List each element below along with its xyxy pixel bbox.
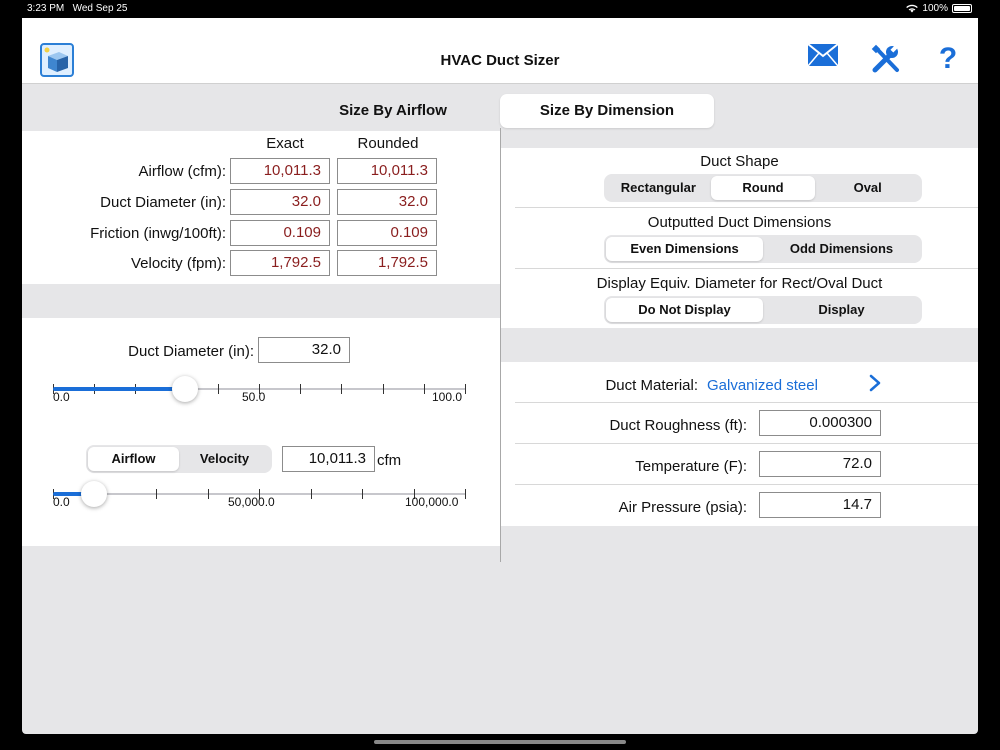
wifi-icon [906,4,919,13]
airflow-exact-value: 10,011.3 [230,158,330,184]
roughness-label: Duct Roughness (ft): [609,417,747,434]
equiv-diameter-segmented-control: Do Not Display Display [604,296,922,324]
properties-panel: Duct Material: Galvanized steel Duct Rou… [501,362,978,526]
help-button[interactable]: ? [930,43,966,75]
segment-velocity[interactable]: Velocity [179,447,270,471]
status-date: Wed Sep 25 [72,3,128,14]
divider [515,268,978,269]
segment-airflow[interactable]: Airflow [88,447,179,471]
velocity-rounded-value: 1,792.5 [337,250,437,276]
home-indicator[interactable] [374,740,626,744]
results-panel: Exact Rounded Airflow (cfm): 10,011.3 10… [22,131,500,284]
divider [515,402,978,403]
segment-round[interactable]: Round [710,176,816,200]
slider-tick [156,489,157,499]
air-pressure-label: Air Pressure (psia): [618,499,747,516]
velocity-exact-value: 1,792.5 [230,250,330,276]
status-clock: 3:23 PM [27,3,65,14]
slider-tick [383,384,384,394]
segment-rectangular[interactable]: Rectangular [606,176,711,200]
temperature-input[interactable]: 72.0 [759,451,881,477]
inputs-panel: Duct Diameter (in): 32.0 0.0 50.0 100.0 … [22,318,500,546]
slider-tick [311,489,312,499]
mode-segmented-control: Size By Airflow Size By Dimension [286,94,714,128]
options-panel: Duct Shape Rectangular Round Oval Output… [501,148,978,328]
navigation-bar: HVAC Duct Sizer ? [22,18,978,84]
material-label: Duct Material: [605,377,698,394]
flow-input-field[interactable]: 10,011.3 [282,446,375,472]
air-pressure-input[interactable]: 14.7 [759,492,881,518]
duct-diameter-exact-value: 32.0 [230,189,330,215]
flow-mode-segmented-control: Airflow Velocity [86,445,272,473]
diameter-max-label: 100.0 [432,390,463,404]
settings-tools-button[interactable] [870,43,906,75]
status-time: 3:23 PM Wed Sep 25 [27,3,127,14]
flow-max-label: 100,000.0 [405,495,459,509]
email-button[interactable] [807,43,843,75]
slider-tick [465,384,466,394]
slider-tick [218,384,219,394]
equiv-diameter-title: Display Equiv. Diameter for Rect/Oval Du… [596,275,883,292]
slider-tick [362,489,363,499]
airflow-rounded-value: 10,011.3 [337,158,437,184]
segment-odd-dimensions[interactable]: Odd Dimensions [763,237,920,261]
duct-diameter-rounded-value: 32.0 [337,189,437,215]
duct-shape-title: Duct Shape [700,153,779,170]
duct-diameter-label: Duct Diameter (in): [100,194,226,211]
slider-tick [465,489,466,499]
divider [515,207,978,208]
app-screen: HVAC Duct Sizer ? Size By Airflow Size B… [22,18,978,734]
airflow-label: Airflow (cfm): [138,163,227,180]
flow-min-label: 0.0 [53,495,70,509]
slider-fill [53,387,186,391]
slider-thumb[interactable] [172,376,199,402]
friction-rounded-value: 0.109 [337,220,437,246]
column-header-rounded: Rounded [357,135,419,152]
diameter-input-field[interactable]: 32.0 [258,337,350,363]
output-dims-segmented-control: Even Dimensions Odd Dimensions [604,235,922,263]
material-value-link[interactable]: Galvanized steel [707,377,818,394]
diameter-input-label: Duct Diameter (in): [128,343,254,360]
slider-tick [424,384,425,394]
divider [515,484,978,485]
divider [515,443,978,444]
column-header-exact: Exact [266,135,304,152]
velocity-label: Velocity (fpm): [130,255,226,272]
tab-size-by-dimension[interactable]: Size By Dimension [500,94,714,128]
mail-icon [807,43,839,67]
slider-thumb[interactable] [81,481,108,507]
segment-display[interactable]: Display [763,298,920,322]
segment-even-dimensions[interactable]: Even Dimensions [606,237,763,261]
battery-icon [952,4,972,13]
temperature-label: Temperature (F): [635,458,747,475]
tools-icon [871,44,899,73]
duct-shape-segmented-control: Rectangular Round Oval [604,174,922,202]
status-bar: 3:23 PM Wed Sep 25 100% [0,0,1000,18]
slider-tick [208,489,209,499]
battery-percent: 100% [922,3,948,14]
flow-unit-label: cfm [377,452,402,469]
status-right: 100% [906,3,972,14]
friction-label: Friction (inwg/100ft): [90,225,226,242]
segment-oval[interactable]: Oval [815,176,920,200]
diameter-mid-label: 50.0 [242,390,266,404]
segment-do-not-display[interactable]: Do Not Display [606,298,763,322]
friction-exact-value: 0.109 [230,220,330,246]
diameter-min-label: 0.0 [53,390,70,404]
flow-mid-label: 50,000.0 [228,495,275,509]
tab-size-by-airflow[interactable]: Size By Airflow [286,94,500,128]
output-dims-title: Outputted Duct Dimensions [647,214,832,231]
roughness-input[interactable]: 0.000300 [759,410,881,436]
slider-tick [341,384,342,394]
material-chevron-icon[interactable] [869,374,881,397]
slider-tick [300,384,301,394]
